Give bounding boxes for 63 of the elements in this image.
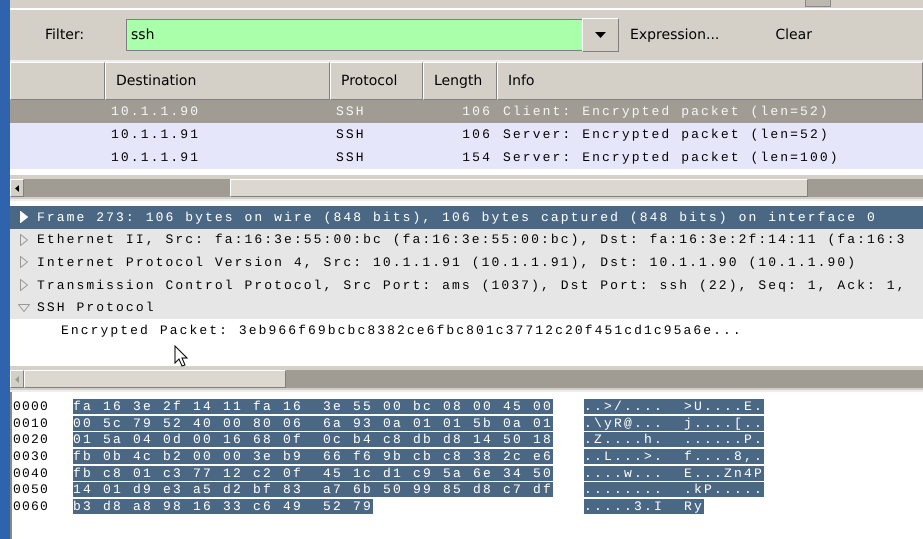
column-header[interactable]: Destination	[105, 62, 330, 100]
ascii-text[interactable]: .Z....h. ......P.	[584, 432, 764, 448]
scrollbar[interactable]	[10, 179, 923, 197]
tree-item-text: SSH Protocol	[37, 300, 156, 316]
tree-item[interactable]: Ethernet II, Src: fa:16:3e:55:00:bc (fa:16:3e:55:00:bc), Dst: fa:16:3e:2f:14:11 (fa:16:3	[10, 228, 923, 252]
tree-item[interactable]: Frame 273: 106 bytes on wire (848 bits), 106 bytes captured (848 bits) on interface 0	[10, 206, 923, 229]
hex-offset: 0010	[12, 416, 50, 431]
left-arrow-icon	[15, 184, 19, 192]
column-header[interactable]	[10, 62, 105, 100]
table-cell: SSH	[336, 127, 366, 142]
ascii-text[interactable]: ........ .kP.....	[584, 482, 764, 498]
hex-offset: 0030	[12, 448, 50, 464]
hex-offset: 0040	[12, 466, 50, 481]
filter-label: Filter:	[44, 27, 86, 43]
collapse-icon[interactable]	[18, 304, 30, 312]
table-cell: 10.1.1.90	[111, 104, 200, 119]
hex-offset: 0060	[12, 498, 50, 514]
tree-item-text: Internet Protocol Version 4, Src: 10.1.1.91 (10.1.1.91), Dst: 10.1.1.90 (10.1.1.90)	[37, 254, 858, 270]
ascii-text[interactable]: .\yR@... j....[..	[584, 416, 764, 431]
tree-item-text: Ethernet II, Src: fa:16:3e:55:00:bc (fa:16:3e:55:00:bc), Dst: fa:16:3e:2f:14:11 (fa:16:3	[37, 232, 907, 248]
packet-row[interactable]: 10.1.1.91 SSH 106 Server: Encrypted packet (len=52)	[10, 123, 923, 146]
tree-item[interactable]: SSH Protocol	[10, 296, 923, 319]
hex-offset: 0020	[12, 432, 50, 448]
left-arrow-icon	[15, 376, 19, 382]
ascii-text[interactable]: ..L...>. f....8,.	[584, 448, 764, 464]
column-header[interactable]: Info	[497, 62, 923, 100]
table-cell: 10.1.1.91	[111, 150, 200, 165]
table-cell: 106	[462, 127, 492, 142]
hex-offset: 0000	[12, 398, 50, 414]
dropdown-button[interactable]	[582, 18, 619, 52]
hex-bytes[interactable]: b3 d8 a8 98 16 33 c6 49 52 79	[73, 498, 374, 514]
scroll-thumb[interactable]	[230, 179, 808, 197]
table-cell: Server: Encrypted packet (len=52)	[503, 127, 830, 142]
scroll-left-button[interactable]	[10, 179, 24, 197]
column-header[interactable]: Protocol	[330, 62, 423, 100]
table-cell: 154	[462, 150, 492, 165]
tree-item[interactable]: Transmission Control Protocol, Src Port: ams (1037), Dst Port: ssh (22), Seq: 1, Ack: 1,	[10, 274, 923, 296]
hex-offset: 0050	[12, 482, 50, 498]
table-cell: Server: Encrypted packet (len=100)	[503, 150, 840, 165]
hex-bytes[interactable]: 00 5c 79 52 40 00 80 06 6a 93 0a 01 01 5b 0a 01	[73, 416, 554, 431]
filter-field[interactable]: ssh	[126, 19, 582, 51]
ascii-text[interactable]: ....w... E...Zn4P	[584, 466, 764, 481]
scrollbar[interactable]	[10, 370, 923, 388]
table-cell: 10.1.1.91	[111, 127, 200, 142]
scroll-thumb[interactable]	[24, 370, 286, 388]
caret-icon	[595, 32, 606, 38]
ascii-text[interactable]: ..>/.... >U....E.	[584, 398, 764, 414]
tree-item-text: Transmission Control Protocol, Src Port: ams (1037), Dst Port: ssh (22), Seq: 1, Ack: 1,	[37, 278, 907, 293]
tree-item-text: Encrypted Packet: 3eb966f69bcbc8382ce6fbc801c37712c20f451cd1c95a6e...	[61, 322, 743, 338]
column-header[interactable]: Length	[423, 62, 497, 100]
ascii-text[interactable]: .....3.I Ry	[584, 498, 704, 514]
packet-row[interactable]: 10.1.1.91 SSH 154 Server: Encrypted packet (len=100)	[10, 146, 923, 169]
hex-bytes[interactable]: fb c8 01 c3 77 12 c2 0f 45 1c d1 c9 5a 6e 34 50	[73, 466, 554, 481]
hex-bytes[interactable]: fa 16 3e 2f 14 11 fa 16 3e 55 00 bc 08 00 45 00	[73, 398, 554, 414]
table-cell: 106	[462, 104, 492, 119]
table-cell: Client: Encrypted packet (len=52)	[503, 104, 830, 119]
hex-bytes[interactable]: fb 0b 4c b2 00 00 3e b9 66 f6 9b cb c8 38 2c e6	[73, 448, 554, 464]
tree-item-text: Frame 273: 106 bytes on wire (848 bits), 106 bytes captured (848 bits) on interface 0	[37, 210, 877, 225]
hex-bytes[interactable]: 01 5a 04 0d 00 16 68 0f 0c b4 c8 db d8 14 50 18	[73, 432, 554, 448]
tree-item[interactable]: Internet Protocol Version 4, Src: 10.1.1.91 (10.1.1.91), Dst: 10.1.1.90 (10.1.1.90)	[10, 251, 923, 274]
table-cell: SSH	[336, 150, 366, 165]
table-cell: SSH	[336, 104, 366, 119]
hex-bytes[interactable]: 14 01 d9 e3 a5 d2 bf 83 a7 6b 50 99 85 d8 c7 df	[73, 482, 554, 498]
